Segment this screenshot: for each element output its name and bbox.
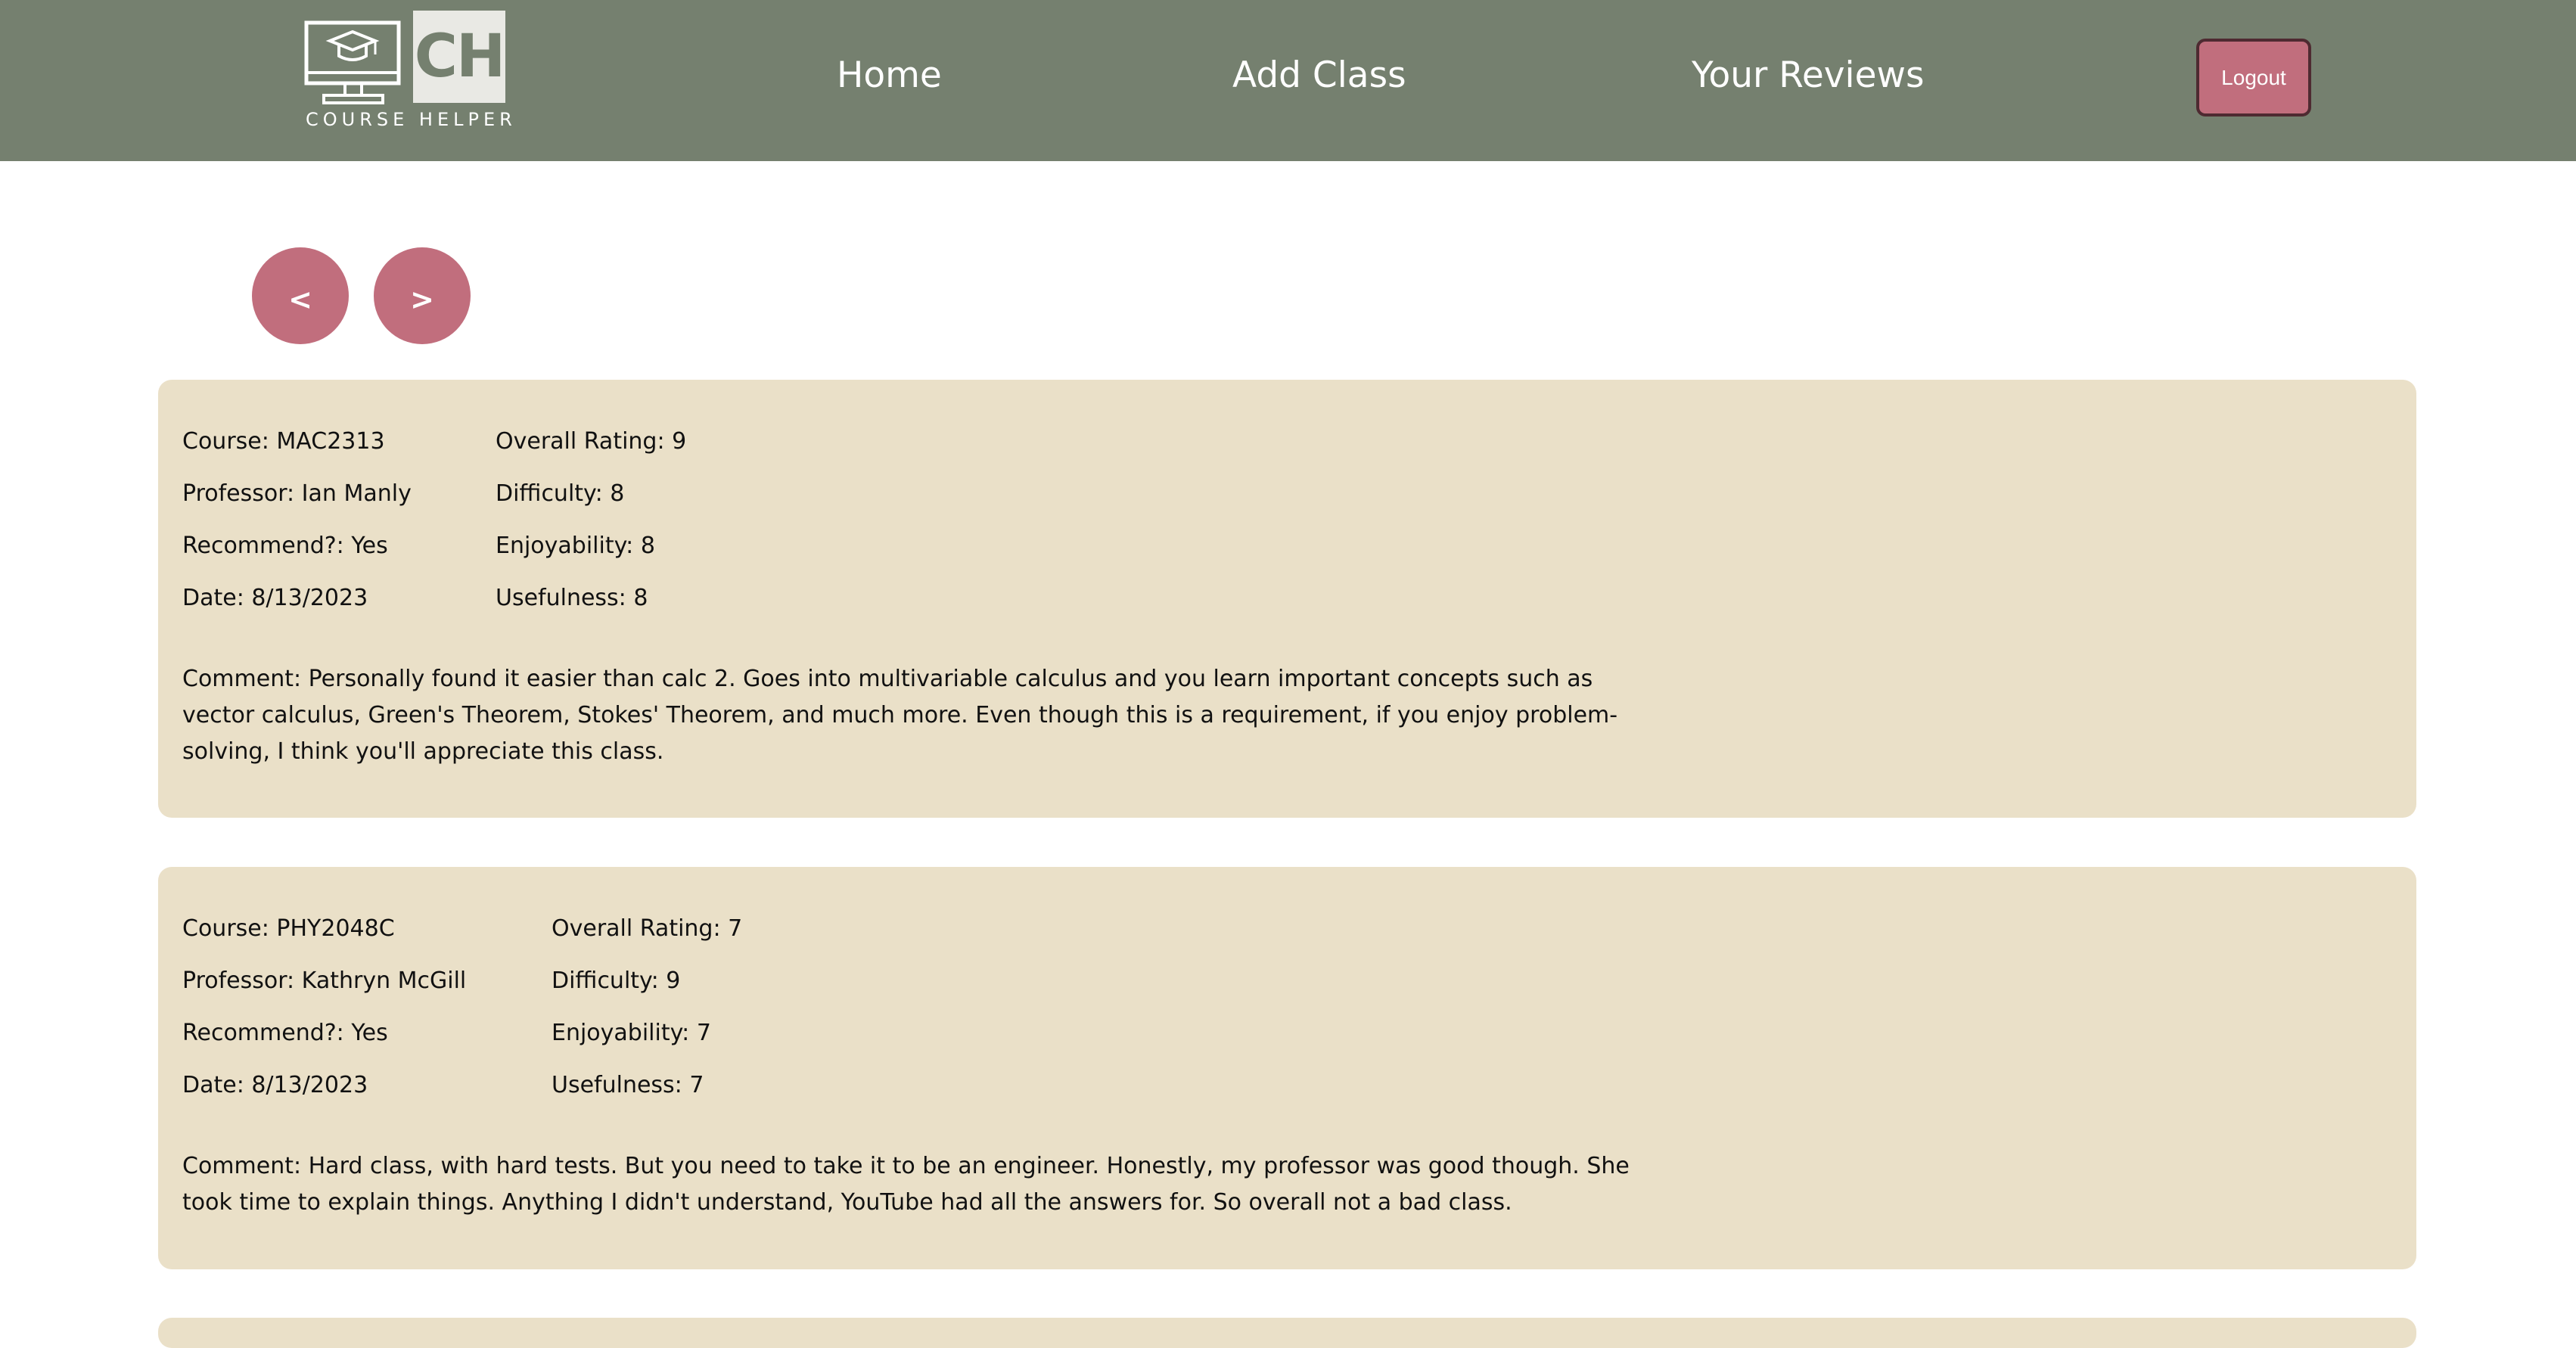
next-page-button[interactable]: > xyxy=(374,247,471,344)
review-recommend: Recommend?: Yes xyxy=(182,1020,388,1046)
review-enjoyability: Enjoyability: 8 xyxy=(496,533,655,559)
nav-add-class[interactable]: Add Class xyxy=(1232,53,1406,98)
review-date: Date: 8/13/2023 xyxy=(182,585,368,611)
review-overall-rating: Overall Rating: 9 xyxy=(496,428,687,455)
review-difficulty: Difficulty: 9 xyxy=(552,968,681,994)
review-course: Course: MAC2313 xyxy=(182,428,385,455)
review-card: Course: MAC2313 Professor: Ian Manly Rec… xyxy=(158,380,2416,818)
nav-your-reviews[interactable]: Your Reviews xyxy=(1692,53,1924,98)
review-difficulty: Difficulty: 8 xyxy=(496,480,625,507)
review-comment: Comment: Personally found it easier than… xyxy=(182,666,1618,765)
review-overall-rating: Overall Rating: 7 xyxy=(552,915,743,942)
review-comment: Comment: Hard class, with hard tests. Bu… xyxy=(182,1153,1630,1216)
nav-home[interactable]: Home xyxy=(837,53,942,98)
review-date: Date: 8/13/2023 xyxy=(182,1072,368,1098)
review-course: Course: PHY2048C xyxy=(182,915,395,942)
review-card: Course: PHY2048C Professor: Kathryn McGi… xyxy=(158,867,2416,1269)
logo-initials: CH xyxy=(413,11,505,103)
previous-page-button[interactable]: < xyxy=(252,247,349,344)
course-helper-logo[interactable]: CH COURSE HELPER xyxy=(304,11,516,132)
logout-button[interactable]: Logout xyxy=(2196,39,2311,116)
review-usefulness: Usefulness: 8 xyxy=(496,585,648,611)
review-usefulness: Usefulness: 7 xyxy=(552,1072,704,1098)
top-navbar: CH COURSE HELPER Home Add Class Your Rev… xyxy=(0,0,2576,161)
review-card xyxy=(158,1318,2416,1348)
graduation-monitor-icon xyxy=(304,20,401,104)
review-professor: Professor: Ian Manly xyxy=(182,480,412,507)
review-professor: Professor: Kathryn McGill xyxy=(182,968,467,994)
review-enjoyability: Enjoyability: 7 xyxy=(552,1020,711,1046)
logo-text: COURSE HELPER xyxy=(306,109,517,130)
review-recommend: Recommend?: Yes xyxy=(182,533,388,559)
